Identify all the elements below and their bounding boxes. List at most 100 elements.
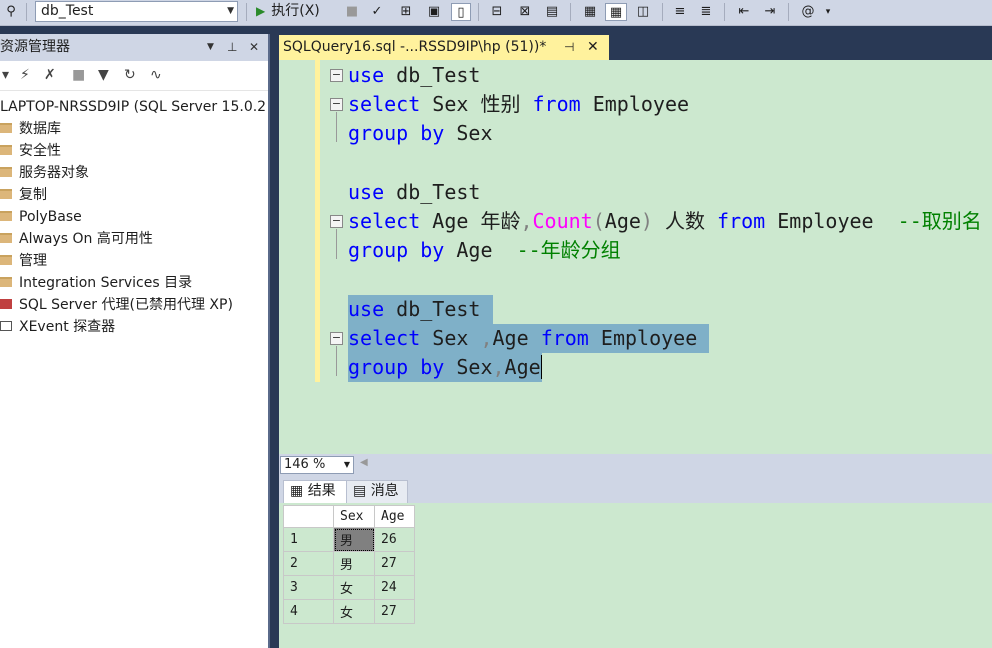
- database-select-value: db_Test: [41, 3, 94, 19]
- tree-node-databases[interactable]: 数据库: [0, 118, 268, 140]
- grid-cell-age[interactable]: 27: [374, 599, 415, 624]
- scroll-left-icon[interactable]: ◀: [360, 457, 368, 468]
- folder-icon: [0, 211, 12, 221]
- pin-icon[interactable]: ⊥: [227, 34, 237, 61]
- tree-node-server-objects[interactable]: 服务器对象: [0, 162, 268, 184]
- grid-cell-age[interactable]: 26: [374, 527, 415, 552]
- folder-icon: [0, 255, 12, 265]
- text-caret: [540, 355, 542, 379]
- code-line-selected: select Sex ,Age from Employee: [348, 324, 710, 353]
- collapse-icon[interactable]: −: [330, 332, 343, 345]
- table-row: 2 男 27: [283, 551, 415, 576]
- close-icon[interactable]: ✕: [587, 35, 599, 59]
- database-select[interactable]: db_Test ▼: [35, 1, 238, 22]
- tree-node-security[interactable]: 安全性: [0, 140, 268, 162]
- connect-plug-icon[interactable]: ⚡: [20, 67, 30, 83]
- folder-icon: [0, 145, 12, 155]
- tree-node-integration-services[interactable]: Integration Services 目录: [0, 272, 268, 294]
- tab-messages[interactable]: ▤ 消息: [346, 480, 408, 503]
- increase-indent-icon[interactable]: ⇥: [760, 3, 780, 21]
- toolbar-separator: [788, 3, 789, 21]
- grid-cell-age[interactable]: 27: [374, 551, 415, 576]
- row-number[interactable]: 2: [283, 551, 334, 576]
- tree-node-label: 数据库: [19, 121, 61, 137]
- stop-icon[interactable]: ■: [72, 67, 85, 83]
- window-position-icon[interactable]: ▼: [207, 34, 214, 61]
- column-header-sex[interactable]: Sex: [333, 505, 375, 528]
- grid-cell-sex[interactable]: 女: [333, 599, 375, 624]
- decrease-indent-icon[interactable]: ⇤: [734, 3, 754, 21]
- code-line-selected: group by Sex,Age: [348, 353, 542, 382]
- zoom-select[interactable]: 146 % ▼: [280, 456, 354, 474]
- column-header-age[interactable]: Age: [374, 505, 415, 528]
- tree-node-polybase[interactable]: PolyBase: [0, 206, 268, 228]
- sqlcmd-mode-icon[interactable]: ▯: [451, 3, 471, 21]
- results-to-file-icon[interactable]: ◫: [633, 3, 653, 21]
- code-line: use db_Test: [348, 180, 481, 204]
- tree-node-label: LAPTOP-NRSSD9IP (SQL Server 15.0.2: [0, 99, 267, 115]
- refresh-icon[interactable]: ↻: [124, 67, 136, 83]
- code-line: select Sex 性别 from Employee: [348, 92, 690, 116]
- connect-icon[interactable]: ⚲: [2, 3, 20, 21]
- tree-node-sql-agent[interactable]: SQL Server 代理(已禁用代理 XP): [0, 294, 268, 316]
- uncomment-icon[interactable]: ≣: [696, 3, 716, 21]
- grid-cell-sex[interactable]: 男: [333, 527, 375, 552]
- object-explorer-title: 资源管理器: [0, 39, 70, 55]
- tree-node-always-on[interactable]: Always On 高可用性: [0, 228, 268, 250]
- client-stats-icon[interactable]: ▤: [542, 3, 562, 21]
- tree-node-label: Integration Services 目录: [19, 275, 193, 291]
- row-number[interactable]: 3: [283, 575, 334, 600]
- grid-header-row: Sex Age: [283, 505, 415, 528]
- play-icon: ▶: [256, 4, 266, 18]
- row-number[interactable]: 1: [283, 527, 334, 552]
- execute-button[interactable]: ▶ 执行(X): [256, 1, 320, 21]
- close-icon[interactable]: ✕: [249, 34, 259, 61]
- query-editor[interactable]: − − − − use db_Test select Sex 性别 from E…: [279, 60, 992, 454]
- messages-icon: ▤: [353, 483, 367, 499]
- display-plan-icon[interactable]: ⊞: [396, 3, 416, 21]
- fold-guide: [336, 346, 337, 376]
- results-grid-area: Sex Age 1 男 26 2 男 27 3 女 24 4 女 27: [279, 503, 992, 648]
- dropdown-icon[interactable]: ▾: [2, 67, 9, 83]
- specify-values-icon[interactable]: @: [797, 3, 819, 21]
- activity-monitor-icon[interactable]: ∿: [150, 67, 162, 83]
- tree-node-server[interactable]: LAPTOP-NRSSD9IP (SQL Server 15.0.2: [0, 96, 268, 118]
- tree-node-management[interactable]: 管理: [0, 250, 268, 272]
- code-line: group by Sex: [348, 121, 493, 145]
- disconnect-icon[interactable]: ✗: [44, 67, 56, 83]
- grid-corner[interactable]: [283, 505, 334, 528]
- tab-sqlquery16[interactable]: SQLQuery16.sql -...RSSD9IP\hp (51))* ⊣ ✕: [279, 35, 609, 60]
- table-row: 3 女 24: [283, 575, 415, 600]
- change-tracking-margin: [315, 60, 320, 382]
- grid-cell-sex[interactable]: 男: [333, 551, 375, 576]
- tab-label: 消息: [370, 483, 399, 499]
- tree-node-label: 复制: [19, 187, 47, 203]
- chevron-down-icon: ▼: [343, 460, 350, 469]
- stop-icon[interactable]: ■: [345, 3, 359, 21]
- results-to-text-icon[interactable]: ▦: [580, 3, 600, 21]
- collapse-icon[interactable]: −: [330, 215, 343, 228]
- live-stats-icon[interactable]: ⊠: [515, 3, 535, 21]
- collapse-icon[interactable]: −: [330, 98, 343, 111]
- tree-node-xevent-profiler[interactable]: XEvent 探查器: [0, 316, 268, 338]
- comment-icon[interactable]: ≡: [670, 3, 690, 21]
- toolbar-overflow-icon[interactable]: ▾: [822, 3, 834, 21]
- collapse-icon[interactable]: −: [330, 69, 343, 82]
- tab-results[interactable]: ▦ 结果: [283, 480, 347, 503]
- pin-icon[interactable]: ⊣: [564, 35, 574, 59]
- filter-icon[interactable]: ▼: [98, 67, 109, 83]
- tree-node-replication[interactable]: 复制: [0, 184, 268, 206]
- tree-node-label: XEvent 探查器: [19, 319, 116, 335]
- chevron-down-icon: ▼: [227, 6, 234, 16]
- results-grid: Sex Age 1 男 26 2 男 27 3 女 24 4 女 27: [283, 505, 415, 624]
- actual-plan-icon[interactable]: ⊟: [487, 3, 507, 21]
- query-options-icon[interactable]: ▣: [424, 3, 444, 21]
- grid-cell-age[interactable]: 24: [374, 575, 415, 600]
- row-number[interactable]: 4: [283, 599, 334, 624]
- grid-cell-sex[interactable]: 女: [333, 575, 375, 600]
- tab-title: SQLQuery16.sql -...RSSD9IP\hp (51))*: [283, 39, 547, 55]
- xevent-icon: [0, 321, 12, 331]
- parse-check-icon[interactable]: ✓: [369, 3, 385, 21]
- execute-label: 执行(X): [271, 3, 320, 19]
- results-to-grid-icon[interactable]: ▦: [605, 3, 627, 21]
